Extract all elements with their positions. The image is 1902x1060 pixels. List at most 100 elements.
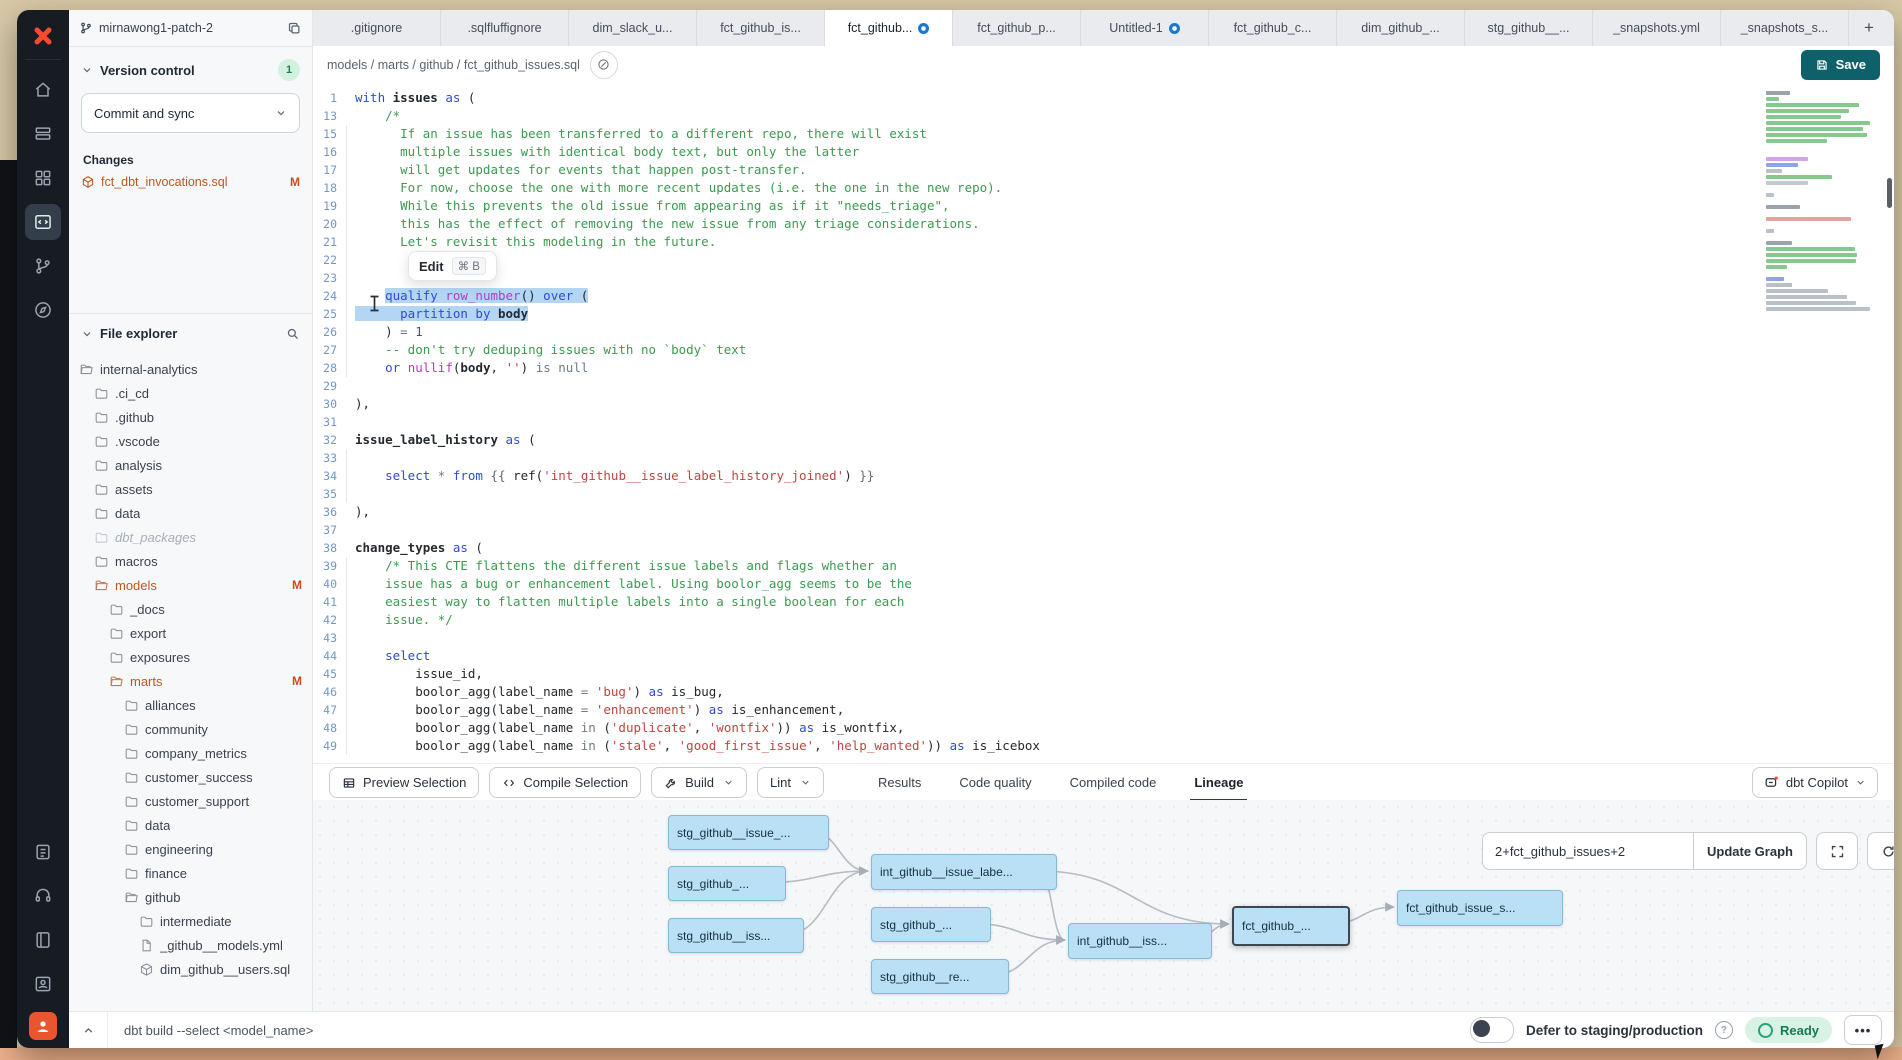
editor-tab[interactable]: dim_github_... xyxy=(1337,10,1465,46)
panel-tab-code-quality[interactable]: Code quality xyxy=(959,764,1031,801)
search-icon[interactable] xyxy=(285,326,300,341)
new-tab-button[interactable]: + xyxy=(1849,10,1889,46)
environments-icon[interactable] xyxy=(25,116,61,152)
home-icon[interactable] xyxy=(25,72,61,108)
dbt-copilot-button[interactable]: dbt Copilot xyxy=(1752,767,1878,798)
lineage-node-n9[interactable]: fct_github_issue_s... xyxy=(1397,890,1563,926)
editor-tab[interactable]: .sqlfluffignore xyxy=(441,10,569,46)
lineage-node-n3[interactable]: stg_github__iss... xyxy=(668,918,804,953)
edit-popup-label[interactable]: Edit xyxy=(419,259,444,274)
editor-tab[interactable]: _snapshots.yml xyxy=(1593,10,1721,46)
editor-tab[interactable]: .gitignore xyxy=(313,10,441,46)
file-tree-item-analysis[interactable]: analysis xyxy=(69,453,312,477)
editor-tab[interactable]: fct_github_is... xyxy=(697,10,825,46)
lineage-node-n1[interactable]: stg_github__issue_... xyxy=(668,815,829,850)
editor-tab[interactable]: dim_slack_u... xyxy=(569,10,697,46)
file-tree-item-data[interactable]: data xyxy=(69,501,312,525)
editor-scrollbar[interactable] xyxy=(1887,178,1892,208)
panel-tab-results[interactable]: Results xyxy=(878,764,921,801)
editor-tab[interactable]: stg_github__... xyxy=(1465,10,1593,46)
lineage-node-n7[interactable]: int_github__iss... xyxy=(1068,923,1212,959)
help-icon[interactable]: ? xyxy=(1715,1021,1733,1039)
lineage-panel[interactable]: stg_github__issue_... stg_github_... stg_g… xyxy=(313,800,1894,1012)
preview-selection-button[interactable]: Preview Selection xyxy=(329,767,479,798)
file-tree-item-community[interactable]: community xyxy=(69,717,312,741)
lineage-selector-input[interactable]: 2+fct_github_issues+2 xyxy=(1482,832,1693,870)
panel-tab-lineage[interactable]: Lineage xyxy=(1194,764,1243,801)
file-tree-item-.github[interactable]: .github xyxy=(69,405,312,429)
file-tree-item-.ci_cd[interactable]: .ci_cd xyxy=(69,381,312,405)
code-lines: 1with issues as (13 /*15 If an issue has… xyxy=(313,83,1894,755)
editor-tab[interactable]: fct_github... xyxy=(825,10,953,46)
file-tree-item-_github__models.yml[interactable]: _github__models.yml xyxy=(69,933,312,957)
editor-tab[interactable]: fct_github_c... xyxy=(1209,10,1337,46)
copy-branch-icon[interactable] xyxy=(287,21,302,36)
ide-icon[interactable] xyxy=(25,204,61,240)
dbt-command-input[interactable]: dbt build --select <model_name> xyxy=(108,1023,313,1038)
file-tree-item-alliances[interactable]: alliances xyxy=(69,693,312,717)
code-editor[interactable]: 1with issues as (13 /*15 If an issue has… xyxy=(313,83,1894,763)
lineage-node-n4[interactable]: int_github__issue_labe... xyxy=(871,854,1057,890)
file-explorer-header[interactable]: File explorer xyxy=(69,313,312,349)
save-button[interactable]: Save xyxy=(1801,50,1880,80)
user-avatar[interactable] xyxy=(29,1012,57,1040)
file-tree-item-company_metrics[interactable]: company_metrics xyxy=(69,741,312,765)
file-tree-item-assets[interactable]: assets xyxy=(69,477,312,501)
editor-tab[interactable]: fct_github_p... xyxy=(953,10,1081,46)
action-button-label: Lint xyxy=(770,775,791,790)
commit-and-sync-button[interactable]: Commit and sync xyxy=(81,93,300,133)
compile-selection-button[interactable]: Compile Selection xyxy=(489,767,641,798)
file-tree-item-internal-analytics[interactable]: internal-analytics xyxy=(69,357,312,381)
code-tag-icon xyxy=(502,776,516,790)
edit-popup[interactable]: Edit ⌘ B xyxy=(408,251,497,281)
minimap[interactable] xyxy=(1766,91,1878,313)
docs-clipboard-icon[interactable] xyxy=(25,834,61,870)
file-tree-item-customer_success[interactable]: customer_success xyxy=(69,765,312,789)
file-tree-item-engineering[interactable]: engineering xyxy=(69,837,312,861)
fullscreen-button[interactable] xyxy=(1816,832,1858,870)
panel-tab-compiled-code[interactable]: Compiled code xyxy=(1070,764,1157,801)
file-tree-item-intermediate[interactable]: intermediate xyxy=(69,909,312,933)
explore-compass-icon[interactable] xyxy=(25,292,61,328)
notebook-icon[interactable] xyxy=(25,922,61,958)
changed-file-row[interactable]: fct_dbt_invocations.sqlM xyxy=(69,171,312,193)
dbt-logo-icon[interactable] xyxy=(28,21,58,51)
lineage-node-n5[interactable]: stg_github_... xyxy=(871,907,991,942)
folder-icon xyxy=(124,794,139,809)
build-button[interactable]: Build xyxy=(651,767,747,798)
file-tree-item-models[interactable]: modelsM xyxy=(69,573,312,597)
editor-tab[interactable]: _snapshots_s... xyxy=(1721,10,1849,46)
file-tree-item-exposures[interactable]: exposures xyxy=(69,645,312,669)
account-badge-icon[interactable] xyxy=(25,966,61,1002)
file-tree-item-_docs[interactable]: _docs xyxy=(69,597,312,621)
git-branch-icon[interactable] xyxy=(25,248,61,284)
apps-grid-icon[interactable] xyxy=(25,160,61,196)
lineage-node-n6[interactable]: stg_github__re... xyxy=(871,959,1009,994)
defer-toggle[interactable] xyxy=(1470,1017,1514,1043)
support-headset-icon[interactable] xyxy=(25,878,61,914)
minimap-line xyxy=(1766,301,1856,305)
file-action-icon[interactable] xyxy=(590,51,618,79)
tab-label: fct_github_p... xyxy=(977,21,1056,35)
file-tree-item-export[interactable]: export xyxy=(69,621,312,645)
lineage-node-n2[interactable]: stg_github_... xyxy=(668,866,786,901)
file-tree-item-macros[interactable]: macros xyxy=(69,549,312,573)
expand-command-panel-button[interactable] xyxy=(69,1012,108,1048)
file-tree-item-.vscode[interactable]: .vscode xyxy=(69,429,312,453)
file-tree-item-dbt_packages[interactable]: dbt_packages xyxy=(69,525,312,549)
git-branch-header[interactable]: mirnawong1-patch-2 xyxy=(69,10,312,47)
file-tree-item-data[interactable]: data xyxy=(69,813,312,837)
refresh-graph-button[interactable] xyxy=(1867,832,1894,870)
lineage-node-n8[interactable]: fct_github_... xyxy=(1232,906,1350,946)
file-tree-item-marts[interactable]: martsM xyxy=(69,669,312,693)
file-tree-item-finance[interactable]: finance xyxy=(69,861,312,885)
more-options-button[interactable]: ••• xyxy=(1844,1015,1882,1045)
version-control-header[interactable]: Version control 1 xyxy=(69,47,312,89)
update-graph-button[interactable]: Update Graph xyxy=(1693,832,1807,870)
minimap-line xyxy=(1766,157,1808,161)
file-tree-item-github[interactable]: github xyxy=(69,885,312,909)
editor-tab[interactable]: Untitled-1 xyxy=(1081,10,1209,46)
file-tree-item-customer_support[interactable]: customer_support xyxy=(69,789,312,813)
file-tree-item-dim_github__users.sql[interactable]: dim_github__users.sql xyxy=(69,957,312,981)
lint-button[interactable]: Lint xyxy=(757,767,824,798)
